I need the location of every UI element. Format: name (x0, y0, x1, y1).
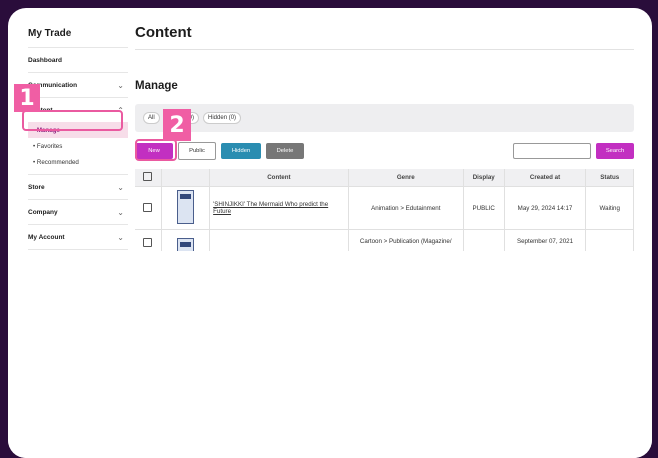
filter-bar: All Public (0) Hidden (0) (135, 104, 634, 132)
sidebar-item-store[interactable]: Store ⌄ (28, 174, 128, 199)
table-row[interactable]: 'SHINJIKKI' The Mermaid Who predict the … (135, 186, 634, 230)
cropped-area (8, 251, 652, 458)
column-header-status: Status (585, 169, 634, 187)
hidden-button[interactable]: Hidden (221, 143, 261, 159)
created-cell: May 29, 2024 14:17 (504, 186, 587, 230)
genre-cell: Animation > Edutainment (348, 186, 464, 230)
display-cell: PUBLIC (463, 186, 505, 230)
sidebar-item-my-account[interactable]: My Account ⌄ (28, 224, 128, 250)
sidebar: My Trade Dashboard Communication ⌄ Conte… (28, 24, 128, 250)
column-header-display: Display (463, 169, 505, 187)
subitem-label: Recommended (36, 158, 79, 166)
content-thumbnail (176, 190, 194, 224)
chevron-down-icon: ⌄ (117, 182, 124, 192)
filter-all[interactable]: All (143, 112, 160, 124)
column-header-created: Created at (504, 169, 587, 187)
sidebar-item-label: Dashboard (28, 56, 62, 64)
step-badge-1: 1 (14, 84, 40, 112)
sidebar-subitem-recommended[interactable]: • Recommended (28, 154, 128, 170)
column-header-content: Content (209, 169, 349, 187)
column-header-genre: Genre (348, 169, 464, 187)
sidebar-item-label: My Account (28, 233, 65, 241)
sidebar-item-dashboard[interactable]: Dashboard (28, 47, 128, 72)
row-checkbox[interactable] (143, 202, 153, 212)
brand-title: My Trade (28, 28, 72, 39)
content-title-link[interactable]: 'SHINJIKKI' The Mermaid Who predict the … (209, 186, 349, 230)
step-badge-2: 2 (163, 109, 191, 141)
chevron-down-icon: ⌄ (117, 207, 124, 217)
filter-hidden[interactable]: Hidden (0) (203, 112, 242, 124)
sidebar-item-label: Company (28, 208, 58, 216)
chevron-down-icon: ⌄ (117, 232, 124, 242)
sidebar-item-company[interactable]: Company ⌄ (28, 199, 128, 224)
search-input[interactable] (513, 143, 591, 159)
public-button[interactable]: Public (178, 142, 216, 160)
select-all-checkbox[interactable] (143, 172, 153, 181)
sidebar-item-communication[interactable]: Communication ⌄ (28, 72, 128, 97)
subitem-label: Favorites (36, 142, 63, 150)
search-button[interactable]: Search (596, 143, 634, 159)
status-cell: Waiting (585, 186, 634, 230)
chevron-down-icon: ⌄ (117, 80, 124, 90)
highlight-box-manage (22, 110, 123, 131)
column-header-thumb (161, 169, 211, 187)
row-checkbox[interactable] (143, 238, 153, 247)
sidebar-subitem-favorites[interactable]: • Favorites (28, 138, 128, 154)
table-header-row: Content Genre Display Created at Status (135, 169, 634, 187)
main-content: Content Manage All Public (0) Hidden (0)… (135, 24, 634, 274)
app-window: My Trade Dashboard Communication ⌄ Conte… (8, 8, 652, 458)
page-title: Content (135, 24, 634, 50)
sidebar-item-label: Store (28, 183, 45, 191)
highlight-box-new (135, 139, 177, 161)
section-title: Manage (135, 80, 178, 92)
toolbar: New Public Hidden Delete Search (135, 142, 634, 160)
delete-button[interactable]: Delete (266, 143, 304, 159)
